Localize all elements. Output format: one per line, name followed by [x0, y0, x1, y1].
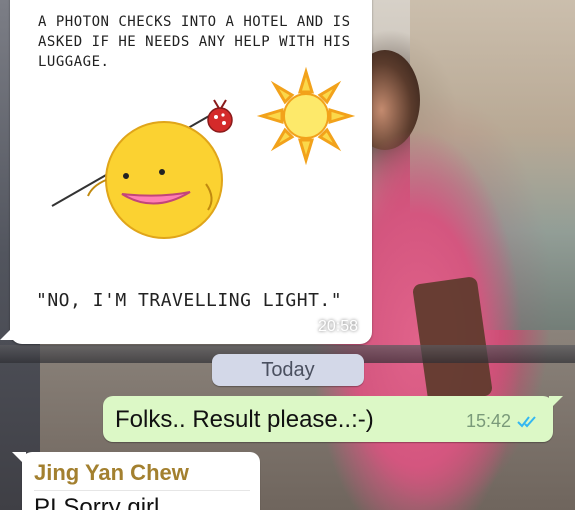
message-text: Folks.. Result please..:-): [115, 406, 374, 433]
message-time: 15:42: [465, 411, 511, 431]
comic-illustration: [51, 66, 356, 239]
bubble-tail: [0, 326, 14, 340]
divider: [34, 490, 250, 491]
double-check-icon: [517, 415, 536, 428]
comic-image[interactable]: A PHOTON CHECKS INTO A HOTEL AND IS ASKE…: [24, 0, 364, 336]
outgoing-message-bubble[interactable]: Folks.. Result please..:-) 15:42: [103, 396, 563, 442]
message-meta: 15:42: [466, 411, 539, 432]
sun-icon: [256, 66, 356, 166]
bubble-tail: [549, 396, 563, 410]
sender-name[interactable]: Jing Yan Chew: [34, 460, 189, 486]
image-message-bubble[interactable]: A PHOTON CHECKS INTO A HOTEL AND IS ASKE…: [0, 0, 372, 344]
message-text: PI Sorry girl: [34, 494, 160, 510]
bundle-icon: [207, 99, 233, 133]
bubble-tail: [12, 452, 26, 466]
photon-character: [87, 121, 223, 239]
comic-punchline: "NO, I'M TRAVELLING LIGHT.": [36, 290, 343, 311]
incoming-message-bubble[interactable]: Jing Yan Chew PI Sorry girl: [12, 452, 260, 510]
date-separator: Today: [212, 354, 364, 386]
message-time: 20:58: [317, 318, 358, 335]
